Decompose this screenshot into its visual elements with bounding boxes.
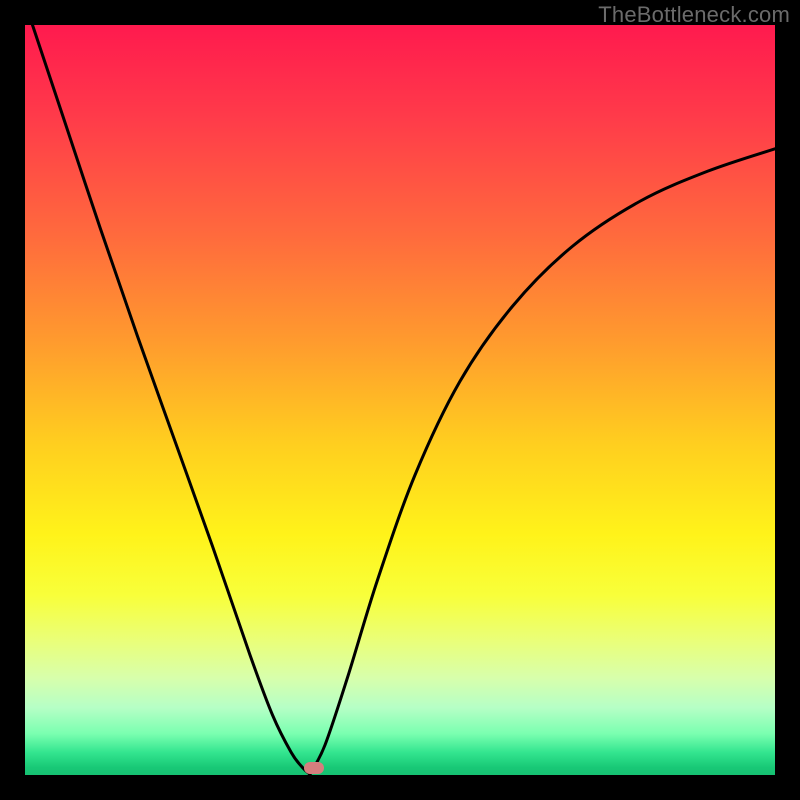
min-marker <box>304 762 324 774</box>
watermark-text: TheBottleneck.com <box>598 2 790 28</box>
stage: TheBottleneck.com <box>0 0 800 800</box>
plot-area <box>25 25 775 775</box>
curve-svg <box>25 25 775 775</box>
bottleneck-curve <box>33 25 776 775</box>
